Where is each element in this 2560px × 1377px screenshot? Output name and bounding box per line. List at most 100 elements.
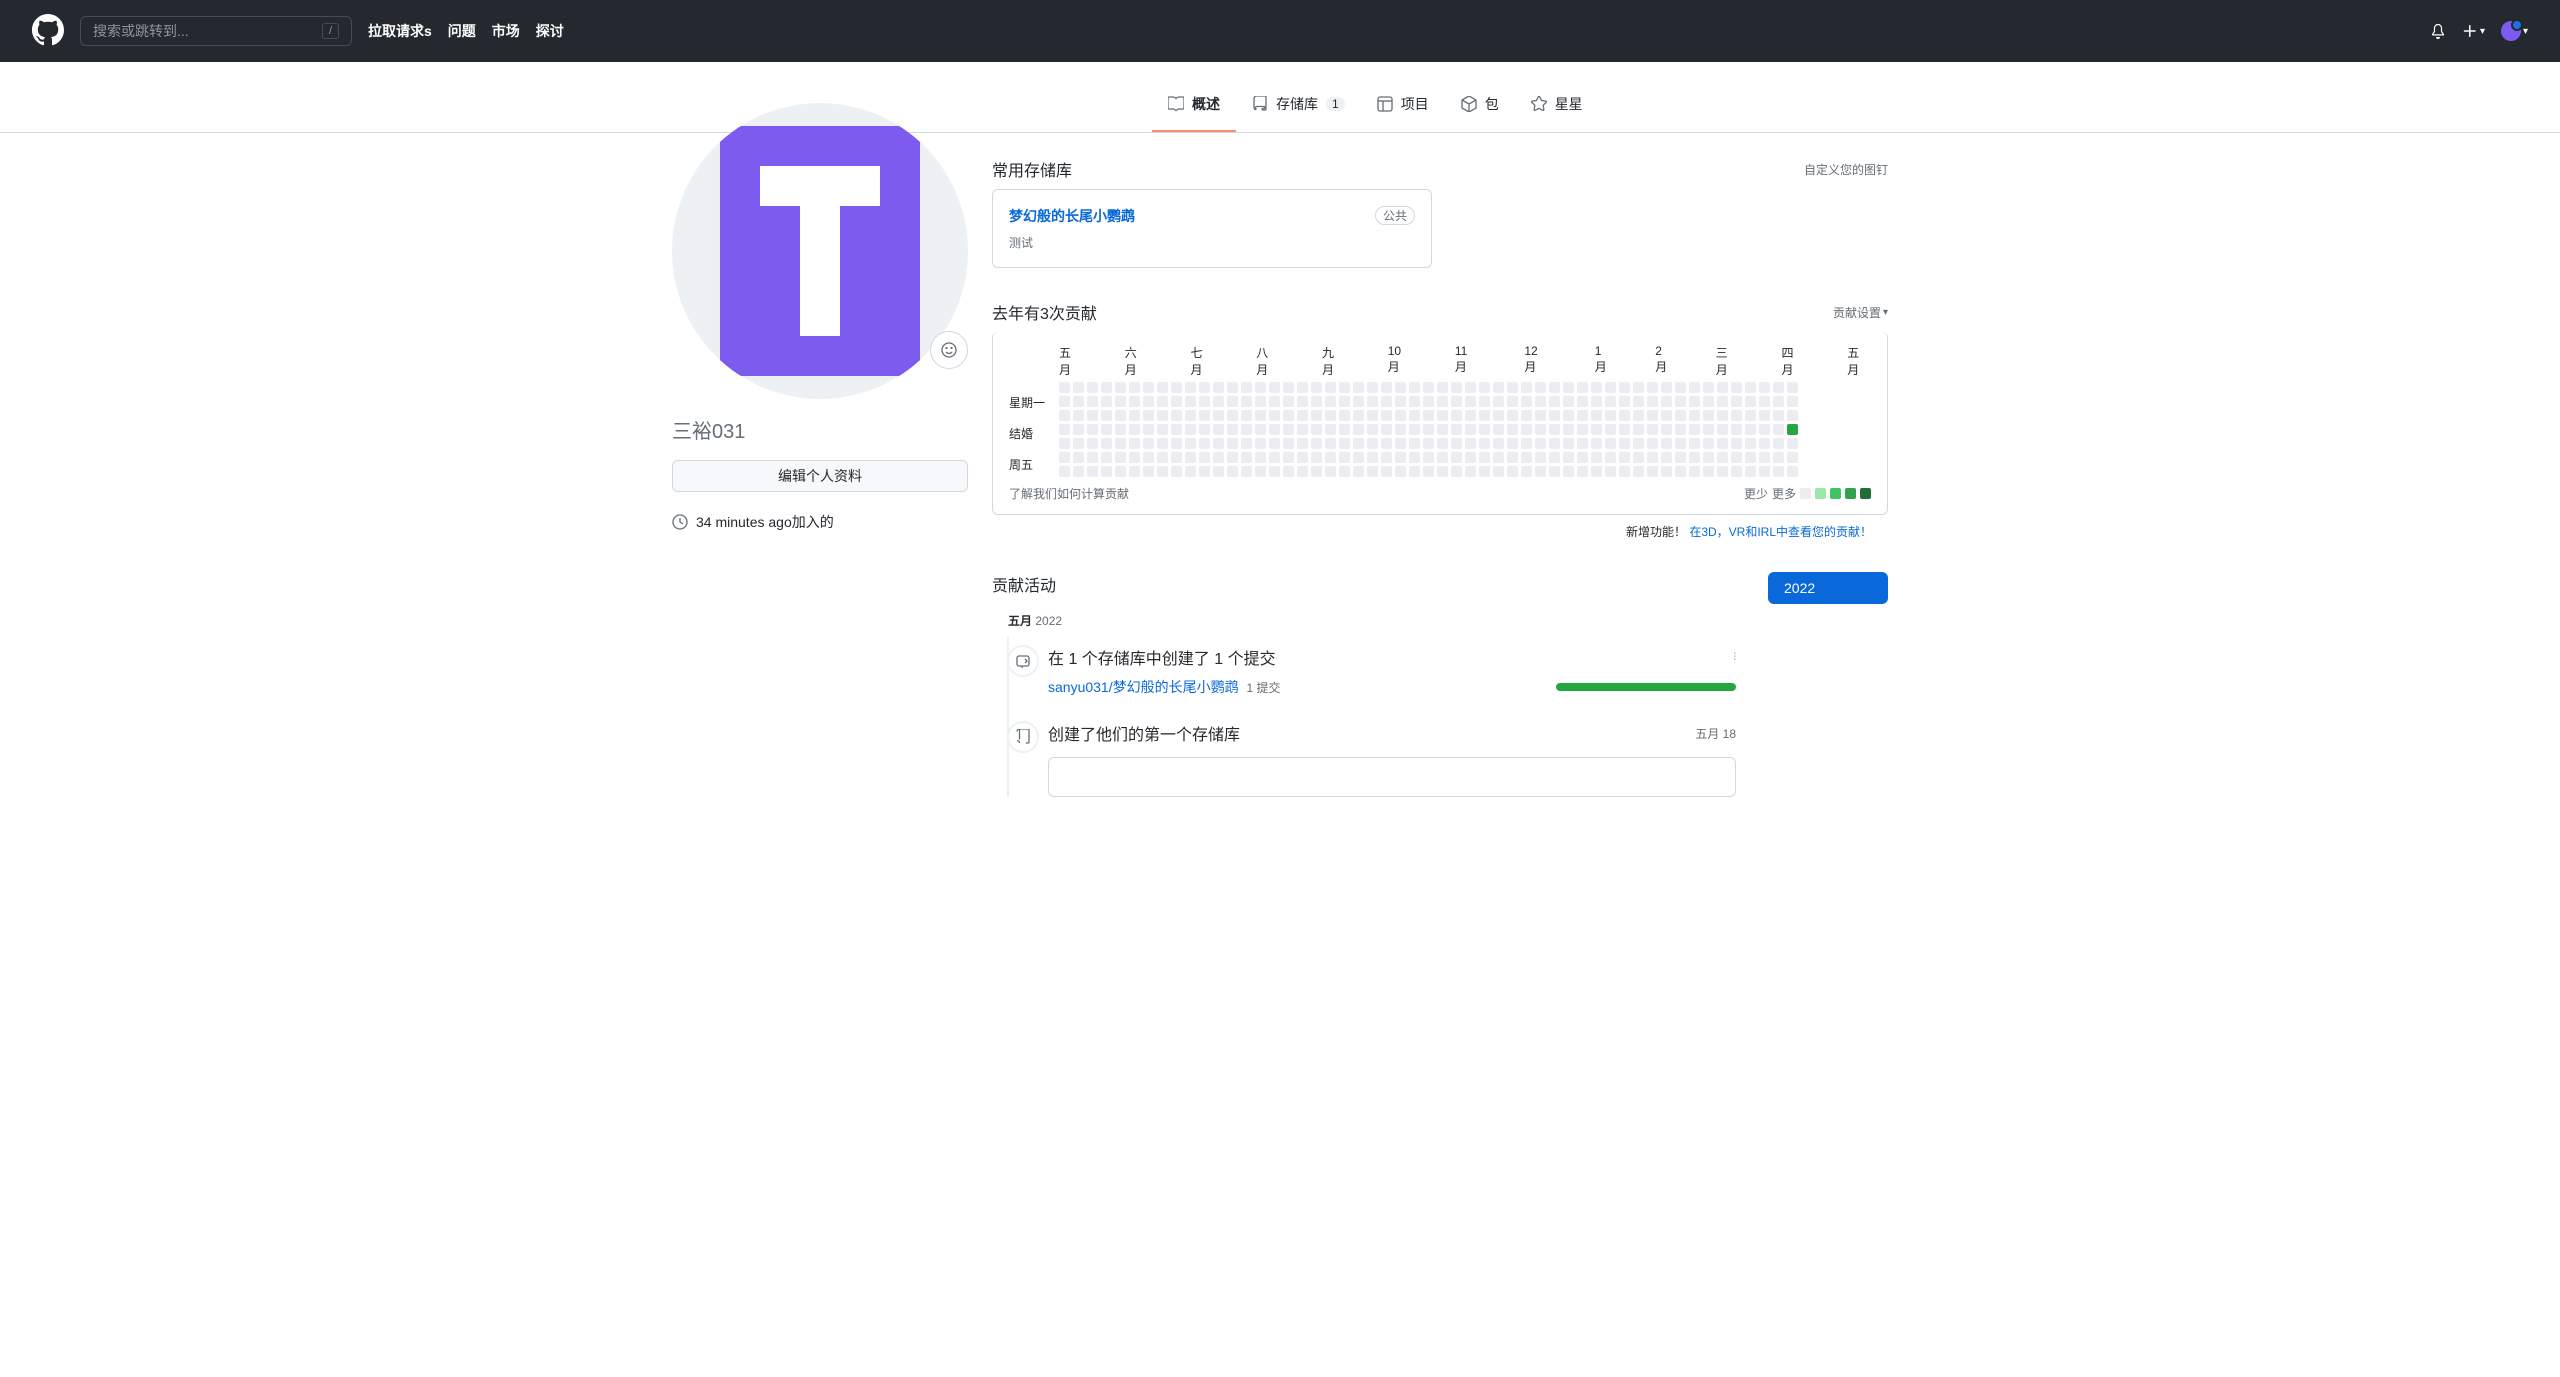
contribution-cell[interactable] xyxy=(1731,424,1742,435)
contribution-cell[interactable] xyxy=(1731,438,1742,449)
contribution-cell[interactable] xyxy=(1395,382,1406,393)
contribution-cell[interactable] xyxy=(1549,382,1560,393)
contribution-cell[interactable] xyxy=(1535,452,1546,463)
contribution-cell[interactable] xyxy=(1115,452,1126,463)
contribution-cell[interactable] xyxy=(1535,438,1546,449)
contribution-cell[interactable] xyxy=(1199,410,1210,421)
contribution-cell[interactable] xyxy=(1703,382,1714,393)
contribution-cell[interactable] xyxy=(1115,382,1126,393)
contribution-cell[interactable] xyxy=(1213,396,1224,407)
contribution-cell[interactable] xyxy=(1171,396,1182,407)
contribution-cell[interactable] xyxy=(1647,410,1658,421)
contribution-cell[interactable] xyxy=(1269,424,1280,435)
contribution-cell[interactable] xyxy=(1759,438,1770,449)
contribution-cell[interactable] xyxy=(1227,410,1238,421)
contribution-cell[interactable] xyxy=(1521,396,1532,407)
contribution-cell[interactable] xyxy=(1703,452,1714,463)
commit-repo-link[interactable]: sanyu031/梦幻般的长尾小鹦鹉 xyxy=(1048,679,1239,695)
contribution-cell[interactable] xyxy=(1213,424,1224,435)
tab-packages[interactable]: 包 xyxy=(1445,86,1515,132)
contribution-cell[interactable] xyxy=(1325,452,1336,463)
contribution-cell[interactable] xyxy=(1647,452,1658,463)
contribution-cell[interactable] xyxy=(1535,466,1546,477)
contribution-cell[interactable] xyxy=(1535,424,1546,435)
contribution-cell[interactable] xyxy=(1689,382,1700,393)
contribution-cell[interactable] xyxy=(1255,382,1266,393)
contribution-cell[interactable] xyxy=(1059,382,1070,393)
contribution-cell[interactable] xyxy=(1787,452,1798,463)
contribution-cell[interactable] xyxy=(1269,452,1280,463)
contribution-cell[interactable] xyxy=(1339,466,1350,477)
contribution-cell[interactable] xyxy=(1759,410,1770,421)
contribution-cell[interactable] xyxy=(1661,396,1672,407)
contribution-cell[interactable] xyxy=(1199,452,1210,463)
contribution-cell[interactable] xyxy=(1157,424,1168,435)
contribution-cell[interactable] xyxy=(1059,438,1070,449)
contribution-cell[interactable] xyxy=(1703,424,1714,435)
contribution-cell[interactable] xyxy=(1255,452,1266,463)
contribution-cell[interactable] xyxy=(1619,396,1630,407)
contribution-cell[interactable] xyxy=(1409,396,1420,407)
contribution-cell[interactable] xyxy=(1577,466,1588,477)
contribution-cell[interactable] xyxy=(1549,438,1560,449)
contribution-cell[interactable] xyxy=(1647,396,1658,407)
contribution-cell[interactable] xyxy=(1325,424,1336,435)
contribution-cell[interactable] xyxy=(1171,424,1182,435)
contribution-cell[interactable] xyxy=(1507,452,1518,463)
contribution-cell[interactable] xyxy=(1171,438,1182,449)
contribution-cell[interactable] xyxy=(1381,452,1392,463)
contribution-cell[interactable] xyxy=(1605,410,1616,421)
contribution-cell[interactable] xyxy=(1521,382,1532,393)
contribution-cell[interactable] xyxy=(1073,452,1084,463)
contribution-cell[interactable] xyxy=(1479,410,1490,421)
contribution-cell[interactable] xyxy=(1297,424,1308,435)
contribution-cell[interactable] xyxy=(1395,424,1406,435)
contribution-cell[interactable] xyxy=(1479,396,1490,407)
contribution-cell[interactable] xyxy=(1731,382,1742,393)
contribution-cell[interactable] xyxy=(1059,396,1070,407)
contribution-cell[interactable] xyxy=(1129,396,1140,407)
contribution-cell[interactable] xyxy=(1563,382,1574,393)
contribution-cell[interactable] xyxy=(1689,466,1700,477)
contribution-cell[interactable] xyxy=(1619,466,1630,477)
contribution-cell[interactable] xyxy=(1591,382,1602,393)
contribution-cell[interactable] xyxy=(1717,410,1728,421)
contribution-cell[interactable] xyxy=(1675,410,1686,421)
contribution-cell[interactable] xyxy=(1507,438,1518,449)
contribution-cell[interactable] xyxy=(1073,438,1084,449)
contribution-cell[interactable] xyxy=(1619,410,1630,421)
contribution-cell[interactable] xyxy=(1787,424,1798,435)
contribution-cell[interactable] xyxy=(1227,424,1238,435)
contribution-cell[interactable] xyxy=(1325,438,1336,449)
contribution-cell[interactable] xyxy=(1493,396,1504,407)
contribution-cell[interactable] xyxy=(1325,410,1336,421)
contribution-cell[interactable] xyxy=(1269,382,1280,393)
contribution-cell[interactable] xyxy=(1101,382,1112,393)
contribution-cell[interactable] xyxy=(1157,382,1168,393)
contribution-cell[interactable] xyxy=(1577,410,1588,421)
contribution-cell[interactable] xyxy=(1633,466,1644,477)
contribution-cell[interactable] xyxy=(1591,452,1602,463)
contribution-cell[interactable] xyxy=(1507,424,1518,435)
contribution-cell[interactable] xyxy=(1591,396,1602,407)
contribution-cell[interactable] xyxy=(1073,466,1084,477)
contribution-cell[interactable] xyxy=(1717,424,1728,435)
contribution-cell[interactable] xyxy=(1087,466,1098,477)
contribution-cell[interactable] xyxy=(1395,438,1406,449)
contribution-cell[interactable] xyxy=(1605,396,1616,407)
contribution-cell[interactable] xyxy=(1563,396,1574,407)
contribution-cell[interactable] xyxy=(1115,410,1126,421)
contribution-cell[interactable] xyxy=(1745,466,1756,477)
contribution-cell[interactable] xyxy=(1087,396,1098,407)
learn-contributions-link[interactable]: 了解我们如何计算贡献 xyxy=(1009,485,1129,502)
contribution-cell[interactable] xyxy=(1269,438,1280,449)
contribution-cell[interactable] xyxy=(1283,382,1294,393)
contribution-cell[interactable] xyxy=(1745,396,1756,407)
contribution-cell[interactable] xyxy=(1129,438,1140,449)
contribution-cell[interactable] xyxy=(1143,466,1154,477)
contribution-cell[interactable] xyxy=(1577,438,1588,449)
contribution-cell[interactable] xyxy=(1143,382,1154,393)
contribution-cell[interactable] xyxy=(1661,452,1672,463)
contribution-cell[interactable] xyxy=(1255,410,1266,421)
contribution-cell[interactable] xyxy=(1213,452,1224,463)
